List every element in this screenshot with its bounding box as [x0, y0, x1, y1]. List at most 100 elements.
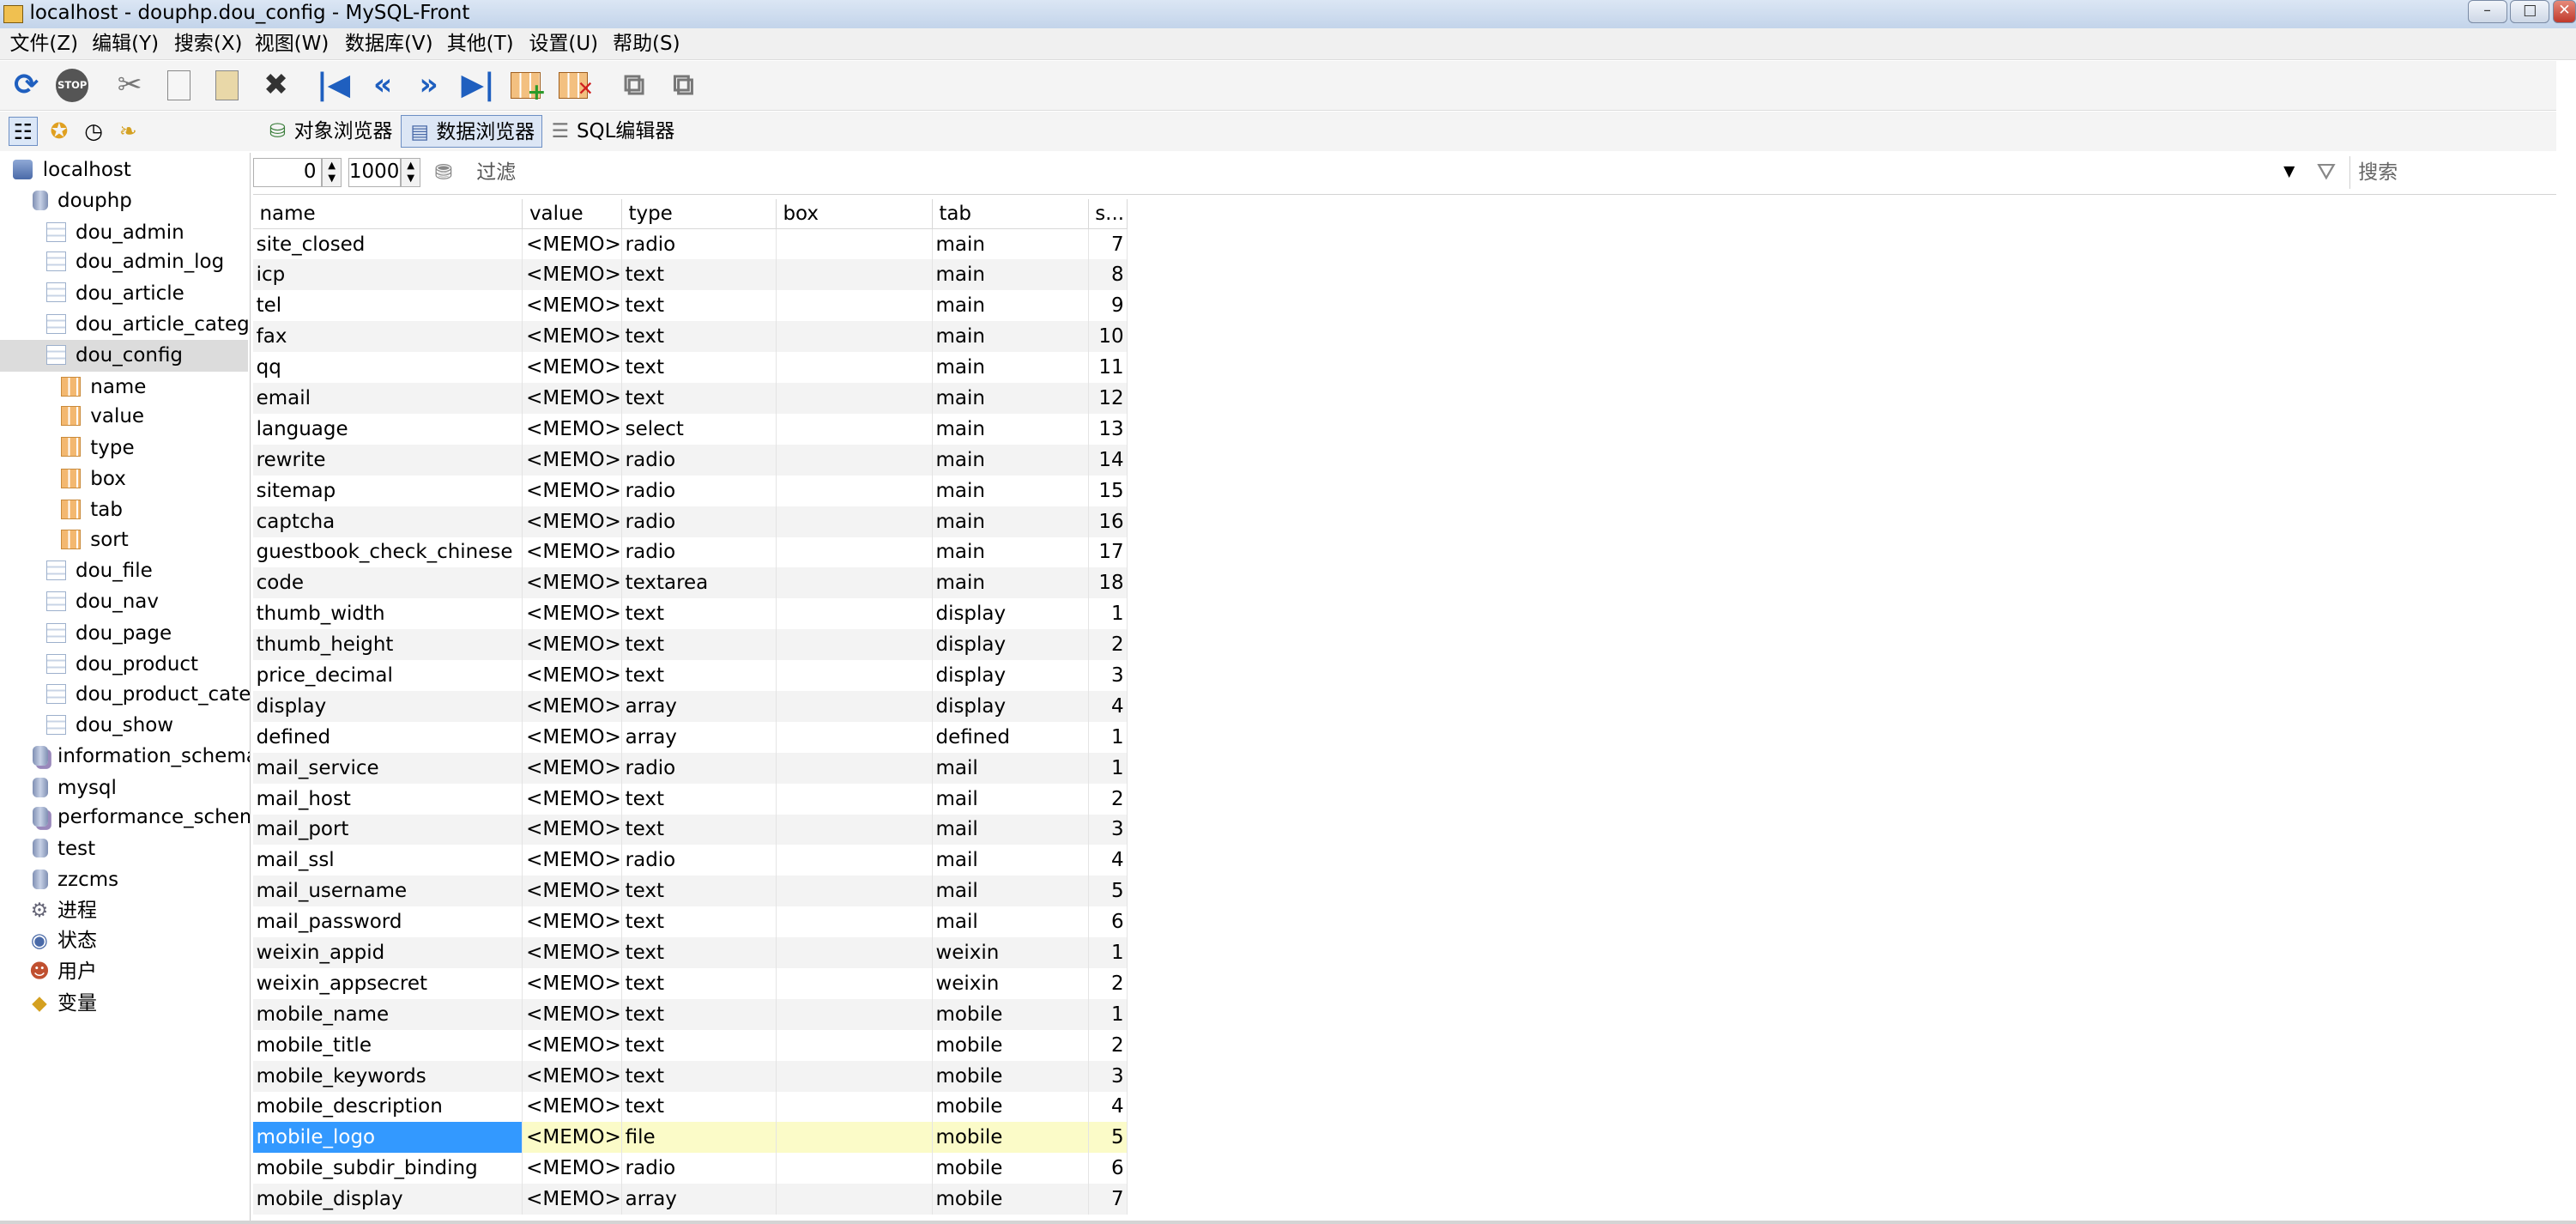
cell-name[interactable]: sitemap — [252, 475, 523, 506]
cell-value[interactable]: <MEMO> — [522, 598, 622, 630]
cell-box[interactable] — [776, 1153, 933, 1185]
delete-record-icon[interactable] — [555, 67, 594, 107]
cell-box[interactable] — [776, 1091, 933, 1123]
tree-table[interactable]: dou_article_categor — [45, 309, 250, 340]
cell-value[interactable]: <MEMO> — [522, 629, 622, 661]
cell-value[interactable]: <MEMO> — [522, 321, 622, 353]
cell-name[interactable]: mobile_name — [252, 998, 523, 1030]
cell-sort[interactable]: 2 — [1088, 783, 1128, 815]
minimize-button[interactable]: – — [2467, 0, 2507, 23]
cell-name[interactable]: mobile_title — [252, 1029, 523, 1061]
cell-type[interactable]: text — [621, 259, 777, 291]
cell-name[interactable]: mail_service — [252, 752, 523, 784]
cell-name[interactable]: rewrite — [252, 444, 523, 476]
table-row[interactable]: mail_service <MEMO> radio mail 1 — [252, 752, 1128, 784]
cell-sort[interactable]: 5 — [1088, 876, 1128, 907]
cell-value[interactable]: <MEMO> — [522, 1153, 622, 1185]
tree-field[interactable]: value — [60, 401, 144, 432]
cell-tab[interactable]: mobile — [932, 1060, 1089, 1092]
cell-sort[interactable]: 3 — [1088, 660, 1128, 691]
limit-toggle-icon[interactable]: ⛃ — [429, 158, 458, 187]
cell-type[interactable]: radio — [621, 506, 777, 537]
insert-record-icon[interactable] — [508, 67, 547, 111]
cell-value[interactable]: <MEMO> — [522, 413, 622, 445]
tree-table[interactable]: dou_article — [45, 278, 184, 309]
table-row[interactable]: mobile_logo <MEMO> file mobile 5 — [252, 1122, 1128, 1154]
cell-tab[interactable]: display — [932, 629, 1089, 661]
cell-box[interactable] — [776, 536, 933, 568]
tree-table[interactable]: dou_admin — [45, 217, 184, 248]
cell-type[interactable]: text — [621, 352, 777, 384]
cell-name[interactable]: language — [252, 413, 523, 445]
cell-box[interactable] — [776, 721, 933, 753]
tree-field[interactable]: name — [60, 372, 146, 403]
cell-box[interactable] — [776, 629, 933, 661]
cell-sort[interactable]: 18 — [1088, 567, 1128, 599]
cell-type[interactable]: text — [621, 1091, 777, 1123]
cell-value[interactable]: <MEMO> — [522, 721, 622, 753]
cell-type[interactable]: radio — [621, 444, 777, 476]
cell-value[interactable]: <MEMO> — [522, 228, 622, 260]
tree-table[interactable]: dou_admin_log — [45, 246, 224, 277]
cell-tab[interactable]: main — [932, 383, 1089, 414]
table-row[interactable]: icp <MEMO> text main 8 — [252, 259, 1128, 291]
limit-spinner[interactable]: ▲ ▼ — [401, 157, 421, 188]
table-row[interactable]: price_decimal <MEMO> text display 3 — [252, 660, 1128, 691]
column-header-name[interactable]: name — [252, 198, 523, 230]
cell-type[interactable]: file — [621, 1122, 777, 1154]
cell-sort[interactable]: 1 — [1088, 752, 1128, 784]
cell-box[interactable] — [776, 1029, 933, 1061]
table-row[interactable]: weixin_appid <MEMO> text weixin 1 — [252, 937, 1128, 968]
table-row[interactable]: tel <MEMO> text main 9 — [252, 290, 1128, 322]
cell-type[interactable]: text — [621, 383, 777, 414]
tree-table[interactable]: dou_nav — [45, 586, 159, 617]
cell-type[interactable]: array — [621, 690, 777, 722]
filter-funnel-icon[interactable]: ⛛ — [2312, 158, 2341, 187]
tree-table[interactable]: dou_product — [45, 649, 198, 680]
tree-table[interactable]: dou_page — [45, 618, 172, 649]
cell-value[interactable]: <MEMO> — [522, 998, 622, 1030]
table-row[interactable]: mobile_subdir_binding <MEMO> radio mobile 6 — [252, 1153, 1128, 1185]
cell-value[interactable]: <MEMO> — [522, 906, 622, 938]
cell-box[interactable] — [776, 906, 933, 938]
cell-value[interactable]: <MEMO> — [522, 444, 622, 476]
offset-spinner[interactable]: ▲ ▼ — [322, 157, 342, 188]
table-row[interactable]: thumb_width <MEMO> text display 1 — [252, 598, 1128, 630]
table-row[interactable]: language <MEMO> select main 13 — [252, 413, 1128, 445]
cell-name[interactable]: site_closed — [252, 228, 523, 260]
cell-name[interactable]: mobile_keywords — [252, 1060, 523, 1092]
cell-tab[interactable]: display — [932, 690, 1089, 722]
table-row[interactable]: fax <MEMO> text main 10 — [252, 321, 1128, 353]
cell-name[interactable]: mail_port — [252, 814, 523, 845]
table-row[interactable]: mobile_description <MEMO> text mobile 4 — [252, 1091, 1128, 1123]
cut-icon[interactable]: ✂ — [112, 67, 148, 103]
table-row[interactable]: guestbook_check_chinese <MEMO> radio main 17 — [252, 536, 1128, 568]
cell-name[interactable]: price_decimal — [252, 660, 523, 691]
table-row[interactable]: mail_port <MEMO> text mail 3 — [252, 814, 1128, 845]
cell-value[interactable]: <MEMO> — [522, 1029, 622, 1061]
cell-sort[interactable]: 15 — [1088, 475, 1128, 506]
cell-value[interactable]: <MEMO> — [522, 937, 622, 968]
cell-type[interactable]: text — [621, 1060, 777, 1092]
cell-box[interactable] — [776, 444, 933, 476]
cell-name[interactable]: mobile_description — [252, 1091, 523, 1123]
cell-sort[interactable]: 16 — [1088, 506, 1128, 537]
table-row[interactable]: code <MEMO> textarea main 18 — [252, 567, 1128, 599]
cell-sort[interactable]: 7 — [1088, 228, 1128, 260]
cell-tab[interactable]: weixin — [932, 967, 1089, 999]
table-row[interactable]: display <MEMO> array display 4 — [252, 690, 1128, 722]
tree-server[interactable]: localhost — [13, 155, 131, 185]
cell-box[interactable] — [776, 352, 933, 384]
cell-value[interactable]: <MEMO> — [522, 259, 622, 291]
cell-type[interactable]: text — [621, 967, 777, 999]
cell-box[interactable] — [776, 321, 933, 353]
cell-tab[interactable]: main — [932, 228, 1089, 260]
cell-tab[interactable]: display — [932, 660, 1089, 691]
tab-sql-editor[interactable]: ☰ SQL编辑器 — [542, 115, 681, 148]
cell-type[interactable]: radio — [621, 536, 777, 568]
refresh-icon[interactable]: ⟳ — [9, 67, 45, 103]
cell-value[interactable]: <MEMO> — [522, 690, 622, 722]
column-header-value[interactable]: value — [522, 198, 622, 230]
table-row[interactable]: mobile_keywords <MEMO> text mobile 3 — [252, 1060, 1128, 1092]
cell-sort[interactable]: 3 — [1088, 1060, 1128, 1092]
